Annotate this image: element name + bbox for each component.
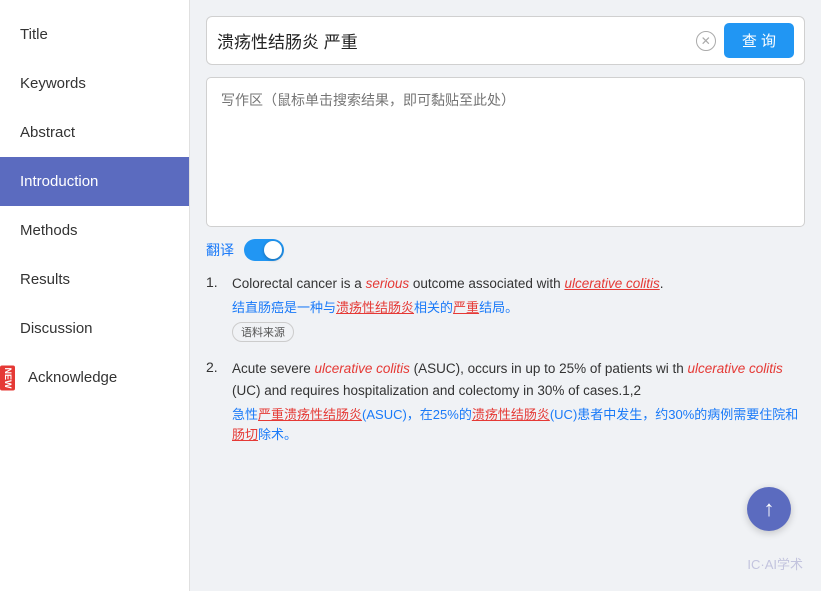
sidebar: Title Keywords Abstract Introduction Met… bbox=[0, 0, 190, 591]
search-clear-button[interactable]: ✕ bbox=[696, 31, 716, 51]
translate-toggle[interactable] bbox=[244, 239, 284, 261]
result-zh-text-2: 急性严重溃疡性结肠炎(ASUC)，在25%的溃疡性结肠炎(UC)患者中发生，约3… bbox=[232, 405, 805, 447]
result-item-2: 2. Acute severe ulcerative colitis (ASUC… bbox=[206, 358, 805, 446]
sidebar-item-label: Introduction bbox=[20, 173, 98, 190]
sidebar-item-title[interactable]: Title bbox=[0, 10, 189, 59]
sidebar-item-introduction[interactable]: Introduction bbox=[0, 157, 189, 206]
highlight-zh-severe-uc: 严重溃疡性结肠炎 bbox=[258, 407, 362, 422]
result-zh-text-1: 结直肠癌是一种与溃疡性结肠炎相关的严重结局。 bbox=[232, 298, 805, 319]
result-number: 1. bbox=[206, 273, 222, 342]
scroll-top-icon: ↑ bbox=[764, 498, 775, 520]
highlight-uc-1: ulcerative colitis bbox=[564, 276, 659, 291]
sidebar-item-label: Discussion bbox=[20, 320, 93, 337]
highlight-zh-resection: 肠切 bbox=[232, 427, 258, 442]
writing-area[interactable] bbox=[206, 77, 805, 227]
highlight-zh-serious: 严重 bbox=[453, 300, 479, 315]
highlight-zh-uc2: 溃疡性结肠炎 bbox=[472, 407, 550, 422]
highlight-uc-2b: ulcerative colitis bbox=[687, 361, 782, 376]
new-badge: NEW bbox=[0, 365, 15, 390]
translate-label: 翻译 bbox=[206, 240, 234, 260]
sidebar-item-methods[interactable]: Methods bbox=[0, 206, 189, 255]
sidebar-item-results[interactable]: Results bbox=[0, 255, 189, 304]
sidebar-item-acknowledge[interactable]: NEW Acknowledge bbox=[0, 353, 189, 402]
toggle-knob bbox=[264, 241, 282, 259]
sidebar-item-label: Acknowledge bbox=[28, 369, 117, 386]
sidebar-item-label: Abstract bbox=[20, 124, 75, 141]
result-content-1: Colorectal cancer is a serious outcome a… bbox=[232, 273, 805, 342]
source-badge-1[interactable]: 语料来源 bbox=[232, 322, 294, 342]
search-bar: ✕ 查 询 bbox=[206, 16, 805, 65]
highlight-zh-uc: 溃疡性结肠炎 bbox=[336, 300, 414, 315]
main-content: ✕ 查 询 翻译 1. Colorectal cancer is a serio… bbox=[190, 0, 821, 591]
sidebar-item-discussion[interactable]: Discussion bbox=[0, 304, 189, 353]
sidebar-item-label: Keywords bbox=[20, 75, 86, 92]
scroll-top-button[interactable]: ↑ bbox=[747, 487, 791, 531]
result-item-1: 1. Colorectal cancer is a serious outcom… bbox=[206, 273, 805, 342]
result-number-2: 2. bbox=[206, 358, 222, 446]
sidebar-item-label: Results bbox=[20, 271, 70, 288]
sidebar-item-keywords[interactable]: Keywords bbox=[0, 59, 189, 108]
results-list: 1. Colorectal cancer is a serious outcom… bbox=[206, 273, 805, 446]
sidebar-item-label: Title bbox=[20, 26, 48, 43]
search-button[interactable]: 查 询 bbox=[724, 23, 794, 58]
result-en-text-1[interactable]: Colorectal cancer is a serious outcome a… bbox=[232, 273, 805, 295]
highlight-uc-2a: ulcerative colitis bbox=[315, 361, 410, 376]
highlight-serious: serious bbox=[366, 276, 410, 291]
result-en-text-2[interactable]: Acute severe ulcerative colitis (ASUC), … bbox=[232, 358, 805, 401]
close-icon: ✕ bbox=[701, 34, 711, 48]
search-input[interactable] bbox=[217, 31, 688, 51]
sidebar-item-abstract[interactable]: Abstract bbox=[0, 108, 189, 157]
translate-row: 翻译 bbox=[206, 239, 805, 261]
result-content-2: Acute severe ulcerative colitis (ASUC), … bbox=[232, 358, 805, 446]
sidebar-item-label: Methods bbox=[20, 222, 78, 239]
